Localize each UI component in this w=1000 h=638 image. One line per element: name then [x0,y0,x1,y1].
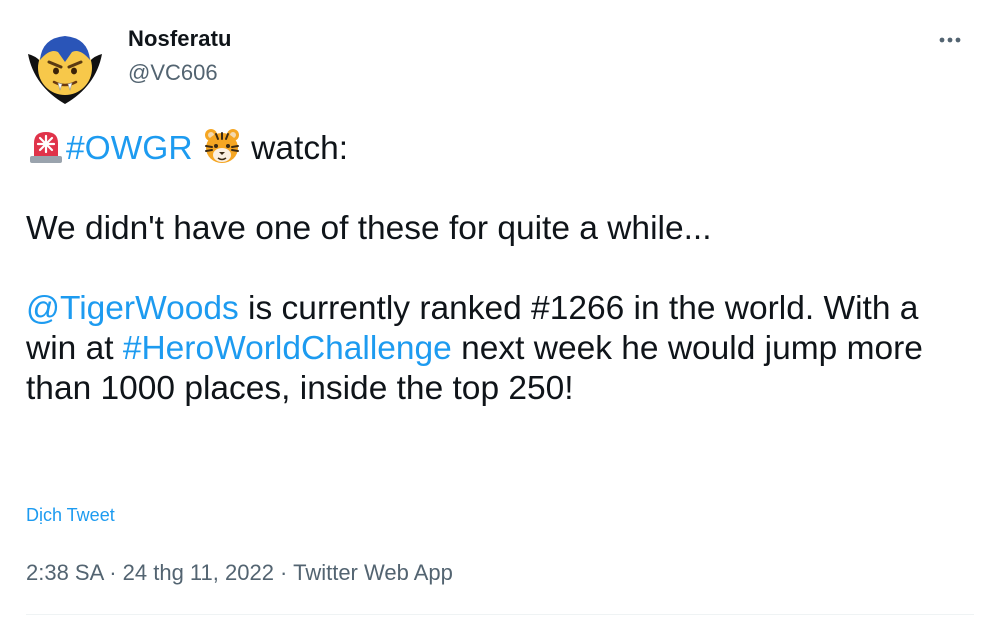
mention-tigerwoods-link[interactable]: @TigerWoods [26,290,239,327]
translate-tweet-link[interactable]: Dịch Tweet [26,505,115,526]
hashtag-owgr-link[interactable]: #OWGR [66,130,193,167]
tiger-face-icon [202,126,242,166]
tweet-card: Nosferatu @VC606 #OWGR watch: We didn't … [0,0,1000,638]
tweet-date-link[interactable]: 24 thg 11, 2022 [123,560,274,585]
more-horizontal-icon[interactable] [934,28,966,52]
tweet-source-link[interactable]: Twitter Web App [293,560,453,585]
tweet-paragraph-3: @TigerWoods is currently ranked #1266 in… [26,289,966,409]
hashtag-heroworldchallenge-link[interactable]: #HeroWorldChallenge [123,330,452,367]
meta-separator: · [103,560,123,585]
rotating-light-icon [26,126,66,166]
author-handle[interactable]: @VC606 [128,60,218,86]
meta-separator: · [273,560,294,585]
tweet-line-2: We didn't have one of these for quite a … [26,210,712,247]
tweet-line-1-suffix: watch: [241,130,349,167]
vampire-emoji-avatar-icon[interactable] [24,24,106,106]
author-display-name[interactable]: Nosferatu [128,26,232,52]
divider [26,614,974,615]
tweet-time-link[interactable]: 2:38 SA [26,560,103,585]
tweet-text: #OWGR watch: We didn't have one of these… [26,126,966,409]
tweet-metadata: 2:38 SA · 24 thg 11, 2022 · Twitter Web … [26,560,453,586]
tweet-line-1: #OWGR watch: [26,126,966,169]
